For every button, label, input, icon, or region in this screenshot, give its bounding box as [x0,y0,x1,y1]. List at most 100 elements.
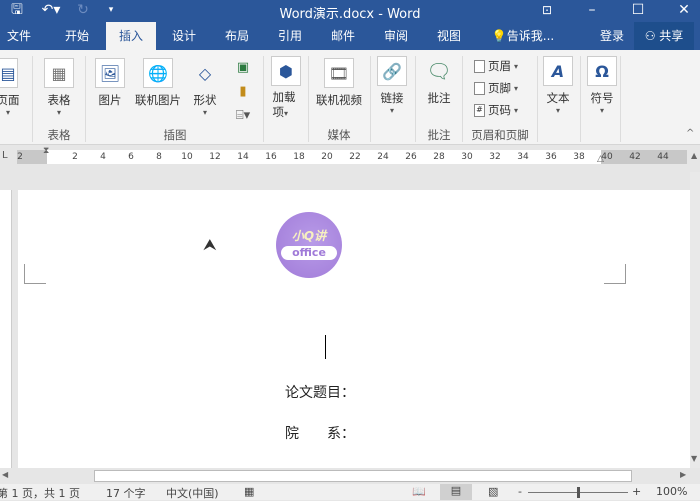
link-label: 链接 [380,91,404,105]
department-line[interactable]: 院 系： [285,423,355,443]
zoom-slider-thumb[interactable] [577,487,580,498]
tab-review[interactable]: 审阅 [374,22,418,50]
scroll-right-icon[interactable]: ▶ [680,470,686,479]
horizontal-scrollbar[interactable]: ◀ ▶ [0,468,700,484]
thesis-title-line[interactable]: 论文题目： [285,382,355,402]
header-label: 页眉 [488,59,511,73]
smartart-icon[interactable]: ▣ [228,56,258,80]
ruler-number: 12 [209,152,221,162]
indent-marker-icon[interactable]: ⧗ [43,146,49,156]
pages-label: 页面 [0,93,20,107]
group-label-comments: 批注 [427,128,451,142]
vertical-ruler[interactable] [0,190,12,468]
page-number-button[interactable]: # 页码 ▾ [474,102,518,118]
language[interactable]: 中文(中国) [166,485,219,501]
divider [580,56,581,142]
lightbulb-icon: 💡 [491,29,507,43]
proofing-icon[interactable]: ▦ [244,485,254,498]
status-bar: 第 1 页，共 1 页 17 个字 中文(中国) ▦ 📖 ▤ ▧ - + 100… [0,484,700,500]
logo-text: 小Q讲 [291,229,327,243]
tell-me-label: 告诉我... [506,29,555,43]
header-button[interactable]: 页眉 ▾ [474,58,518,74]
page-count[interactable]: 第 1 页，共 1 页 [0,485,80,501]
pages-button[interactable]: ▤ 页面 ▾ [0,58,24,117]
corner-mark [24,264,46,284]
online-video-button[interactable]: 🎞 联机视频 [312,58,366,108]
collapse-ribbon-icon[interactable]: ^ [686,128,694,139]
page-icon: ▤ [0,58,18,88]
scroll-down-icon[interactable]: ▼ [691,454,697,463]
sign-in-link[interactable]: 登录 [594,22,630,50]
tab-home[interactable]: 开始 [55,22,99,50]
minimize-icon[interactable]: – [580,0,604,22]
footer-label: 页脚 [488,81,511,95]
online-video-label: 联机视频 [316,93,362,107]
word-count[interactable]: 17 个字 [106,485,146,501]
web-layout-icon[interactable]: ▧ [488,485,498,498]
addins-button[interactable]: ⬢ 加载项▾ [268,56,304,121]
table-button[interactable]: ▦ 表格 ▾ [40,58,78,117]
table-icon: ▦ [44,58,74,88]
ribbon-display-icon[interactable]: ⊡ [535,0,559,22]
ruler-number: 22 [349,152,361,162]
scroll-up-icon[interactable]: ▲ [691,151,697,160]
picture-icon: 🖼 [95,58,125,88]
zoom-level[interactable]: 100% [656,485,687,498]
horizontal-ruler[interactable]: L 2 2 4 6 8 10 12 14 16 18 20 22 24 26 28 30 32 34 36 38 40… [0,145,700,172]
zoom-out-button[interactable]: - [518,485,522,498]
scroll-thumb[interactable] [94,470,632,482]
tab-references[interactable]: 引用 [268,22,312,50]
ruler-number: 6 [128,152,134,162]
tab-design[interactable]: 设计 [162,22,206,50]
link-button[interactable]: 🔗 链接 ▾ [374,56,410,115]
tab-view[interactable]: 视图 [427,22,471,50]
comment-label: 批注 [427,91,451,105]
ruler-number: 42 [629,152,641,162]
ruler-number: 44 [657,152,669,162]
scroll-left-icon[interactable]: ◀ [2,470,8,479]
divider [537,56,538,142]
ruler-number: 36 [545,152,557,162]
picture-button[interactable]: 🖼 图片 [92,58,128,108]
group-label-media: 媒体 [327,128,351,142]
right-indent-marker-icon[interactable]: △ [597,154,604,164]
online-picture-button[interactable]: 🌐 联机图片 [130,58,186,108]
text-box-icon: A [543,56,573,86]
video-icon: 🎞 [324,58,354,88]
group-label-header-footer: 页眉和页脚 [471,128,529,142]
close-icon[interactable]: ✕ [672,0,696,22]
maximize-icon[interactable]: ☐ [626,0,650,22]
symbol-button[interactable]: Ω 符号 ▾ [584,56,620,115]
ruler-number: 20 [321,152,333,162]
share-label: 共享 [659,29,684,43]
tab-stop-selector-icon[interactable]: L [2,150,8,161]
vertical-scrollbar[interactable]: ▼ [690,172,700,468]
comment-button[interactable]: 🗨 批注 [420,56,458,106]
ruler-number: 18 [293,152,305,162]
divider [620,56,621,142]
person-add-icon: ⚇ [644,29,656,43]
text-button[interactable]: A 文本 ▾ [540,56,576,115]
print-layout-icon[interactable]: ▤ [440,484,472,500]
tell-me-search[interactable]: 💡告诉我... [488,22,558,50]
ruler-number: 10 [181,152,193,162]
document-page[interactable]: 小Q讲 office ⮝ 论文题目： 院 系： [18,190,690,468]
group-label-table: 表格 [47,128,71,142]
screenshot-icon[interactable]: ⌸▾ [228,104,258,128]
chart-icon[interactable]: ▮ [228,80,258,104]
tab-layout[interactable]: 布局 [215,22,259,50]
tab-insert[interactable]: 插入 [106,22,156,50]
divider [370,56,371,142]
link-icon: 🔗 [377,56,407,86]
read-mode-icon[interactable]: 📖 [412,485,426,498]
shapes-button[interactable]: ◇ 形状 ▾ [186,58,224,118]
footer-button[interactable]: 页脚 ▾ [474,80,518,96]
ruler-number: 28 [433,152,445,162]
tab-file[interactable]: 文件 [0,22,38,50]
tab-mailings[interactable]: 邮件 [321,22,365,50]
comment-icon: 🗨 [426,59,452,83]
mouse-cursor-icon: ⮝ [203,235,217,254]
footer-icon [474,81,485,95]
share-button[interactable]: ⚇ 共享 [634,22,694,50]
zoom-in-button[interactable]: + [632,485,641,498]
